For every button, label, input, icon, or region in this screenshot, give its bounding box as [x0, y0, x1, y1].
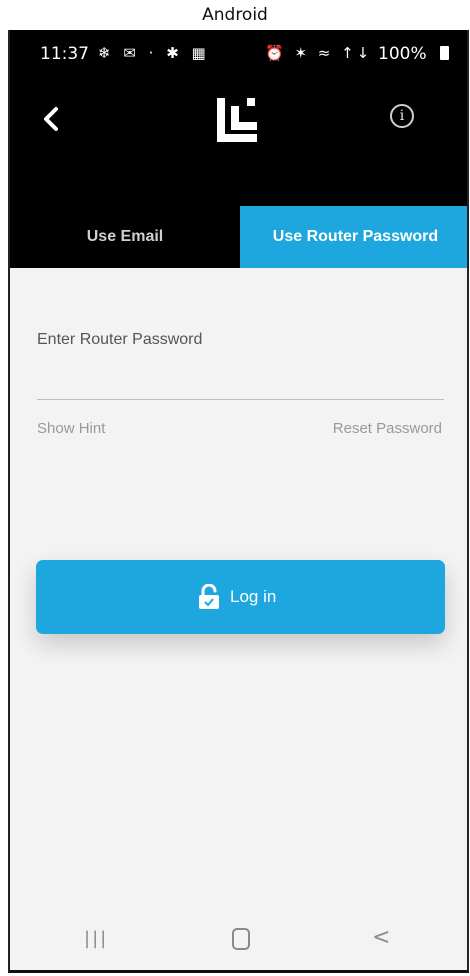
status-bar: 11:37 ❄ ✉ · ✱ ▦ ⏰ ✶ ≈ ↑↓ 100%: [10, 30, 467, 82]
tab-use-router-password[interactable]: Use Router Password: [240, 206, 467, 268]
notification-icons: ❄ ✉ · ✱ ▦: [98, 44, 210, 62]
app-header: i: [10, 82, 467, 202]
login-button[interactable]: Log in: [36, 560, 445, 634]
login-button-label: Log in: [230, 587, 277, 606]
logo-mark-icon: [217, 98, 257, 142]
battery-percent: 100%: [378, 44, 427, 64]
info-button[interactable]: i: [390, 104, 414, 128]
back-button[interactable]: [36, 104, 66, 134]
platform-caption: Android: [202, 5, 268, 25]
show-hint-link[interactable]: Show Hint: [37, 420, 105, 437]
battery-icon: [440, 46, 449, 60]
unlock-icon: [199, 584, 219, 609]
status-time: 11:37: [40, 44, 89, 64]
info-icon: i: [399, 108, 405, 124]
android-nav-bar: ||| <: [10, 904, 467, 970]
linksys-logo: [213, 96, 263, 146]
tab-use-email[interactable]: Use Email: [10, 206, 240, 268]
chevron-left-icon: [44, 107, 58, 131]
login-tabs: Use Email Use Router Password: [10, 206, 467, 268]
back-icon[interactable]: <: [372, 925, 390, 950]
home-icon[interactable]: [232, 928, 250, 950]
recent-apps-icon[interactable]: |||: [84, 928, 108, 949]
system-status-icons: ⏰ ✶ ≈ ↑↓: [265, 44, 373, 62]
router-password-input[interactable]: [37, 366, 444, 400]
login-form: Enter Router Password Show Hint Reset Pa…: [10, 268, 467, 904]
reset-password-link[interactable]: Reset Password: [333, 420, 442, 437]
password-label: Enter Router Password: [37, 331, 203, 348]
phone-frame: 11:37 ❄ ✉ · ✱ ▦ ⏰ ✶ ≈ ↑↓ 100% i Use Emai…: [8, 30, 469, 973]
